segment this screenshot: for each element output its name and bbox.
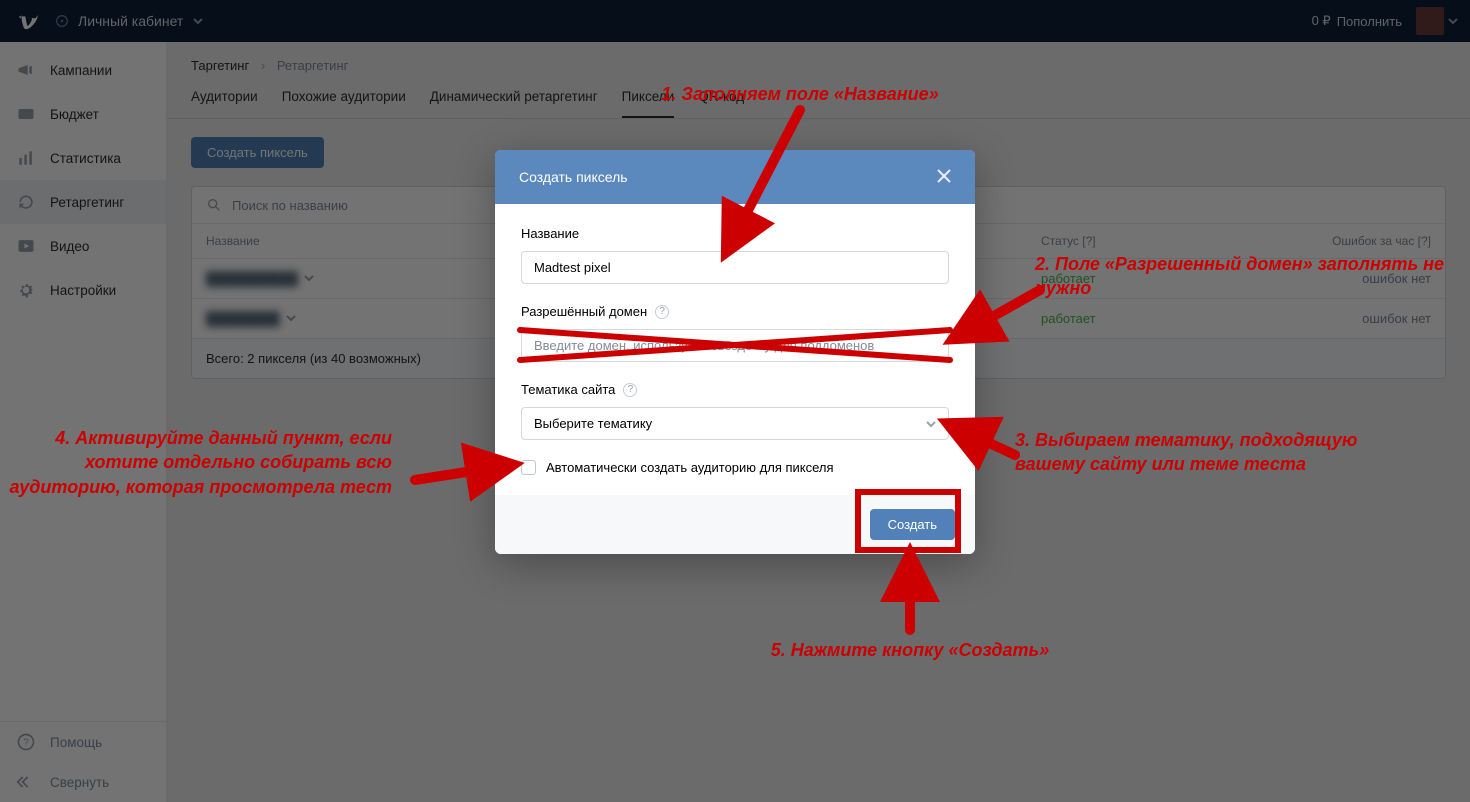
modal-close-button[interactable] (937, 169, 951, 186)
auto-audience-checkbox[interactable]: Автоматически создать аудиторию для пикс… (521, 460, 949, 475)
field-theme-label: Тематика сайта ? (521, 382, 949, 397)
field-theme-placeholder: Выберите тематику (534, 416, 652, 431)
modal-submit-button[interactable]: Создать (870, 509, 955, 540)
field-domain-input[interactable] (521, 329, 949, 362)
annotation-4: 4. Активируйте данный пункт, если хотите… (0, 426, 392, 499)
help-icon[interactable]: ? (655, 305, 669, 319)
help-icon[interactable]: ? (623, 383, 637, 397)
field-domain-label: Разрешённый домен ? (521, 304, 949, 319)
annotation-5: 5. Нажмите кнопку «Создать» (690, 638, 1130, 662)
field-name-label: Название (521, 226, 949, 241)
checkbox-box (521, 460, 536, 475)
field-name-input[interactable] (521, 251, 949, 284)
modal-header: Создать пиксель (495, 150, 975, 204)
checkbox-label: Автоматически создать аудиторию для пикс… (546, 460, 834, 475)
close-icon (937, 169, 951, 183)
modal-title: Создать пиксель (519, 169, 628, 185)
annotation-1: 1. Заполняем поле «Название» (570, 82, 1030, 106)
create-pixel-modal: Создать пиксель Название Разрешённый дом… (495, 150, 975, 554)
annotation-2: 2. Поле «Разрешенный домен» заполнять не… (1035, 252, 1450, 301)
field-theme-select[interactable]: Выберите тематику (521, 407, 949, 440)
chevron-down-icon (926, 419, 936, 429)
annotation-3: 3. Выбираем тематику, подходящую вашему … (1015, 428, 1415, 477)
